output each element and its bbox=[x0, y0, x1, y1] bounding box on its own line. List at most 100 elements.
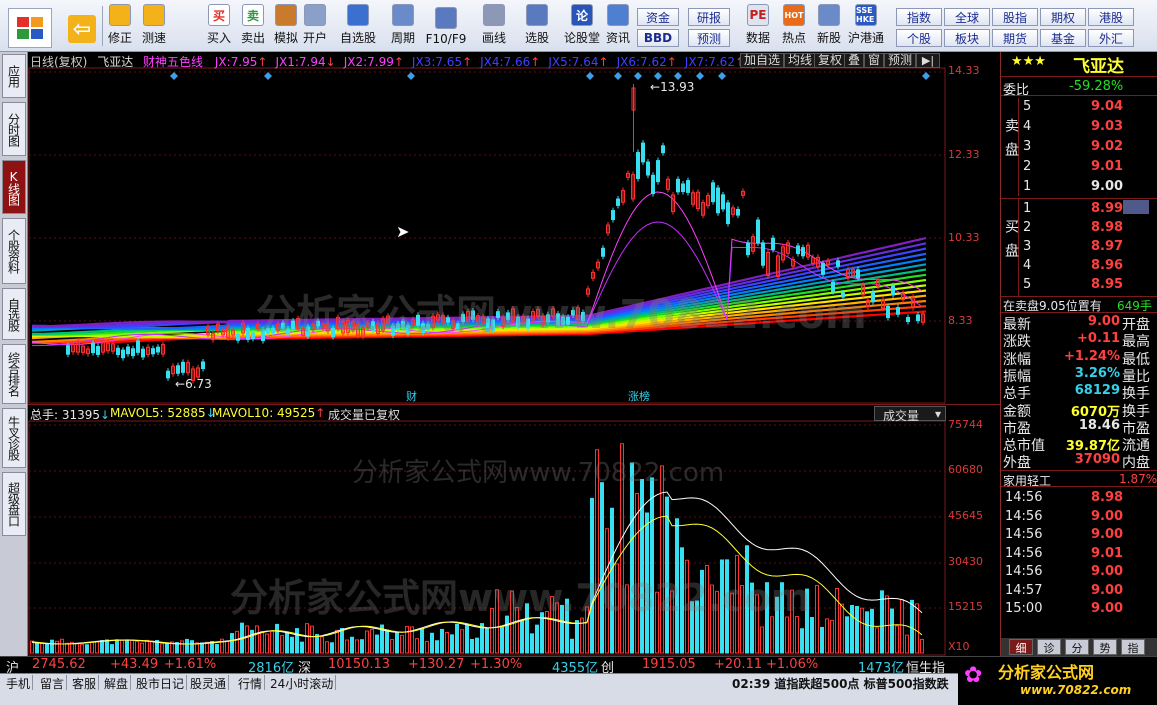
zijin-button[interactable]: 资金 bbox=[637, 8, 679, 26]
volume-bar bbox=[75, 642, 79, 654]
back-button[interactable]: ⇦ bbox=[66, 4, 98, 48]
fund-button[interactable]: 基金 bbox=[1040, 29, 1086, 47]
volume-axis-label: 75744 bbox=[948, 418, 983, 431]
add-watchlist-button[interactable]: 加自选 bbox=[740, 53, 785, 68]
signal-marker[interactable] bbox=[407, 72, 415, 80]
status-bar-item[interactable]: 客服 bbox=[70, 675, 100, 691]
tab-super-panel[interactable]: 超级盘口 bbox=[2, 472, 26, 536]
buy-level-row[interactable]: 2 8.98 bbox=[1019, 219, 1157, 237]
signal-marker[interactable] bbox=[586, 72, 594, 80]
tab-diagnosis[interactable]: 牛叉诊股 bbox=[2, 408, 26, 468]
toolbar-button-2[interactable]: 买买入 bbox=[204, 4, 234, 48]
toolbar-button-1[interactable]: 测速 bbox=[138, 4, 170, 48]
toolbar-button-0[interactable]: 修正 bbox=[104, 4, 136, 48]
industry-row[interactable]: 家用轻工 1.87% bbox=[1001, 470, 1157, 488]
sell-level-row[interactable]: 1 9.00 bbox=[1019, 178, 1157, 196]
futures-button[interactable]: 期货 bbox=[992, 29, 1038, 47]
sell-level-row[interactable]: 2 9.01 bbox=[1019, 158, 1157, 176]
toolbar-button-3[interactable]: 卖卖出 bbox=[238, 4, 268, 48]
status-bar-item[interactable]: 解盘 bbox=[102, 675, 132, 691]
yanbao-button[interactable]: 研报 bbox=[688, 8, 730, 26]
tab-ranking[interactable]: 综合排名 bbox=[2, 344, 26, 404]
toolbar-button-9[interactable]: 画线 bbox=[474, 4, 514, 48]
signal-marker[interactable] bbox=[922, 72, 930, 80]
ma-button[interactable]: 均线 bbox=[784, 53, 817, 68]
bbd-button[interactable]: BBD bbox=[637, 29, 679, 47]
toolbar-button-14[interactable]: HOT 热点 bbox=[778, 4, 810, 48]
sell-level-row[interactable]: 4 9.03 bbox=[1019, 118, 1157, 136]
window-button[interactable]: 窗 bbox=[864, 53, 885, 68]
tab-intraday[interactable]: 分时图 bbox=[2, 102, 26, 156]
signal-marker[interactable] bbox=[614, 72, 622, 80]
status-bar-item[interactable]: 股市日记 bbox=[134, 675, 188, 691]
signal-marker[interactable] bbox=[718, 72, 726, 80]
toolbar-button-10[interactable]: 选股 bbox=[520, 4, 554, 48]
status-bar-item[interactable]: 24小时滚动 bbox=[268, 675, 337, 691]
toolbar-button-7[interactable]: 周期 bbox=[384, 4, 422, 48]
buy-level-row[interactable]: 5 8.95 bbox=[1019, 276, 1157, 294]
event-marker-limit-up[interactable]: 涨榜 bbox=[628, 388, 650, 404]
forecast-button[interactable]: 预测 bbox=[884, 53, 917, 68]
app-logo-icon[interactable] bbox=[8, 8, 52, 48]
adjust-button[interactable]: 复权 bbox=[814, 53, 847, 68]
status-bar-item[interactable]: 手机 bbox=[4, 675, 34, 691]
toolbar-button-11[interactable]: 论论股堂 bbox=[562, 4, 602, 48]
indicator-jx-value: JX3:7.65↑ bbox=[411, 55, 473, 69]
quote-panel: ★★★ 飞亚达 委比 -59.28% 卖盘 5 9.04 4 9.03 3 9.02 2 9.… bbox=[1000, 52, 1157, 656]
overlay-button[interactable]: 叠 bbox=[844, 53, 865, 68]
kline-chart-panel[interactable]: 日线(复权) 飞亚达 财神五色线 JX:7.95↑ JX1:7.94↓ JX2:7.… bbox=[28, 52, 1000, 656]
candle-body bbox=[131, 348, 135, 357]
signal-marker[interactable] bbox=[696, 72, 704, 80]
status-bar-item[interactable]: 行情 bbox=[236, 675, 266, 691]
signal-marker[interactable] bbox=[674, 72, 682, 80]
options-button[interactable]: 期权 bbox=[1040, 8, 1086, 26]
select-stock-icon bbox=[526, 4, 548, 26]
tab-stock-profile[interactable]: 个股资料 bbox=[2, 218, 26, 284]
signal-marker[interactable] bbox=[634, 72, 642, 80]
quote-bottom-tab[interactable]: 细 bbox=[1009, 639, 1033, 655]
quote-bottom-tab[interactable]: 分 bbox=[1065, 639, 1089, 655]
signal-marker[interactable] bbox=[170, 72, 178, 80]
quote-bottom-tab[interactable]: 诊 bbox=[1037, 639, 1061, 655]
quote-bottom-tab[interactable]: 势 bbox=[1093, 639, 1117, 655]
toolbar-button-12[interactable]: 资讯 bbox=[602, 4, 634, 48]
sell-level-row[interactable]: 3 9.02 bbox=[1019, 138, 1157, 156]
toolbar-button-16[interactable]: SSE HKE 沪港通 bbox=[846, 4, 886, 48]
index-button[interactable]: 指数 bbox=[896, 8, 942, 26]
quote-bottom-tab[interactable]: 指 bbox=[1121, 639, 1145, 655]
signal-marker[interactable] bbox=[654, 72, 662, 80]
sector-button[interactable]: 板块 bbox=[944, 29, 990, 47]
price-axis-label: 10.33 bbox=[948, 231, 980, 244]
tab-app[interactable]: 应用 bbox=[2, 54, 26, 98]
signal-marker[interactable] bbox=[264, 72, 272, 80]
expand-arrow-icon[interactable]: ▶| bbox=[916, 53, 940, 68]
news-ticker[interactable]: 02:39 道指跌超500点 标普500指数跌 bbox=[732, 675, 949, 692]
toolbar-button-4[interactable]: 模拟 bbox=[272, 4, 300, 48]
stock-index-button[interactable]: 股指 bbox=[992, 8, 1038, 26]
toolbar-button-6[interactable]: 自选股 bbox=[338, 4, 378, 48]
toolbar-button-label: 模拟 bbox=[273, 31, 298, 45]
toolbar-button-8[interactable]: F10/F9 bbox=[424, 4, 468, 48]
kline-chart-canvas[interactable] bbox=[28, 52, 1000, 656]
tab-kline[interactable]: K线图 bbox=[2, 160, 26, 214]
buy-level-row[interactable]: 3 8.97 bbox=[1019, 238, 1157, 256]
status-bar-item[interactable]: 留言 bbox=[38, 675, 68, 691]
candle-body bbox=[601, 247, 605, 257]
hk-stock-button[interactable]: 港股 bbox=[1088, 8, 1134, 26]
event-marker-finance[interactable]: 财 bbox=[406, 388, 417, 404]
tab-watchlist[interactable]: 自选股 bbox=[2, 288, 26, 340]
toolbar-button-5[interactable]: 开户 bbox=[300, 4, 330, 48]
toolbar-button-13[interactable]: PE 数据 bbox=[742, 4, 774, 48]
buy-level-row[interactable]: 4 8.96 bbox=[1019, 257, 1157, 275]
volume-bar bbox=[290, 636, 294, 654]
volume-bar bbox=[275, 623, 279, 654]
volume-indicator-select[interactable]: 成交量 ▾ bbox=[874, 406, 946, 423]
yuce-button[interactable]: 预测 bbox=[688, 29, 730, 47]
individual-stock-button[interactable]: 个股 bbox=[896, 29, 942, 47]
toolbar-button-15[interactable]: 新股 bbox=[814, 4, 844, 48]
forex-button[interactable]: 外汇 bbox=[1088, 29, 1134, 47]
volume-bar bbox=[200, 642, 204, 654]
global-button[interactable]: 全球 bbox=[944, 8, 990, 26]
sell-level-row[interactable]: 5 9.04 bbox=[1019, 98, 1157, 116]
status-bar-item[interactable]: 股灵通 bbox=[188, 675, 230, 691]
